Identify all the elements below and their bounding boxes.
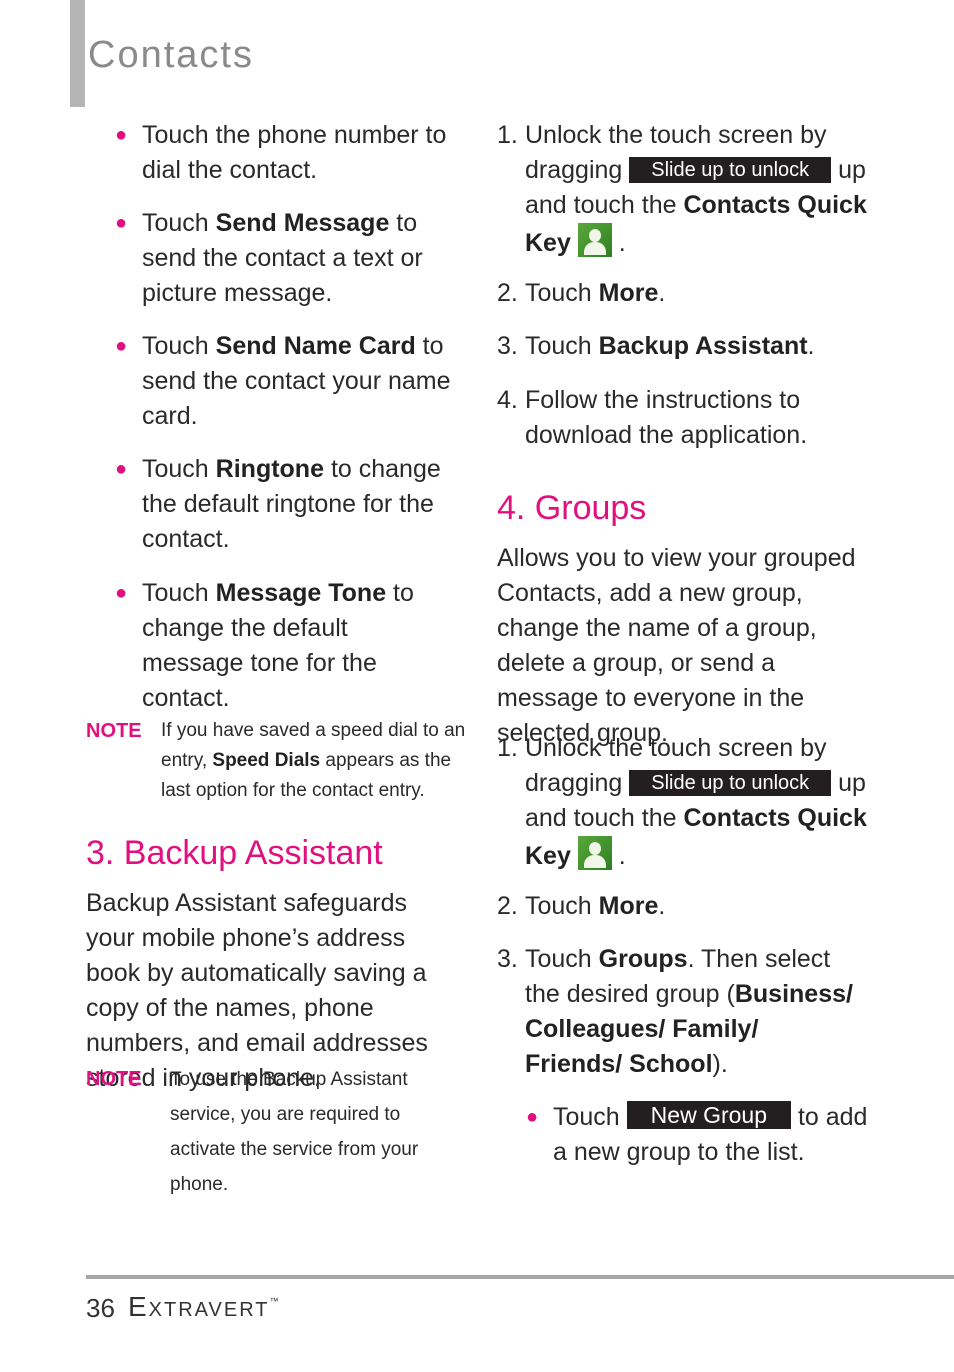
sidebar-accent-bar: [70, 0, 85, 107]
list-item: ● Touch the phone number to dial the con…: [115, 118, 452, 188]
list-item: ● Touch Send Message to send the contact…: [115, 206, 462, 311]
groups-description: Allows you to view your grouped Contacts…: [497, 544, 856, 747]
bullet-icon: ●: [115, 212, 128, 234]
note-label: NOTE: [86, 720, 142, 742]
section-heading-backup-assistant: 3. Backup Assistant: [86, 834, 383, 872]
page-number: 36: [86, 1293, 115, 1323]
note-backup-activation: NOTE To use the Backup Assistant service…: [86, 1062, 466, 1202]
brand-name: Extravert™: [128, 1291, 279, 1322]
slide-up-to-unlock-bar: Slide up to unlock: [629, 770, 832, 796]
list-item: ● Touch Ringtone to change the default r…: [115, 452, 472, 557]
contacts-quick-key-icon: [577, 836, 612, 870]
slide-up-to-unlock-bar: Slide up to unlock: [629, 157, 832, 183]
bullet-icon: ●: [115, 335, 128, 357]
list-item: ● Touch Send Name Card to send the conta…: [115, 329, 452, 434]
bullet-icon: ●: [115, 124, 128, 146]
bullet-icon: ●: [115, 458, 128, 480]
page-title: Contacts: [88, 34, 254, 76]
section-heading-groups: 4. Groups: [497, 489, 647, 527]
note-speed-dial: NOTE If you have saved a speed dial to a…: [86, 716, 466, 806]
footer-divider: [86, 1275, 954, 1279]
contacts-quick-key-icon: [577, 223, 612, 257]
note-label: NOTE: [86, 1068, 142, 1090]
new-group-button: New Group: [626, 1101, 791, 1129]
bullet-icon: ●: [526, 1106, 539, 1128]
bullet-icon: ●: [115, 582, 128, 604]
list-item: ● Touch Message Tone to change the defau…: [115, 576, 442, 716]
list-item-new-group: ● Touch New Group to add a new group to …: [526, 1101, 868, 1166]
